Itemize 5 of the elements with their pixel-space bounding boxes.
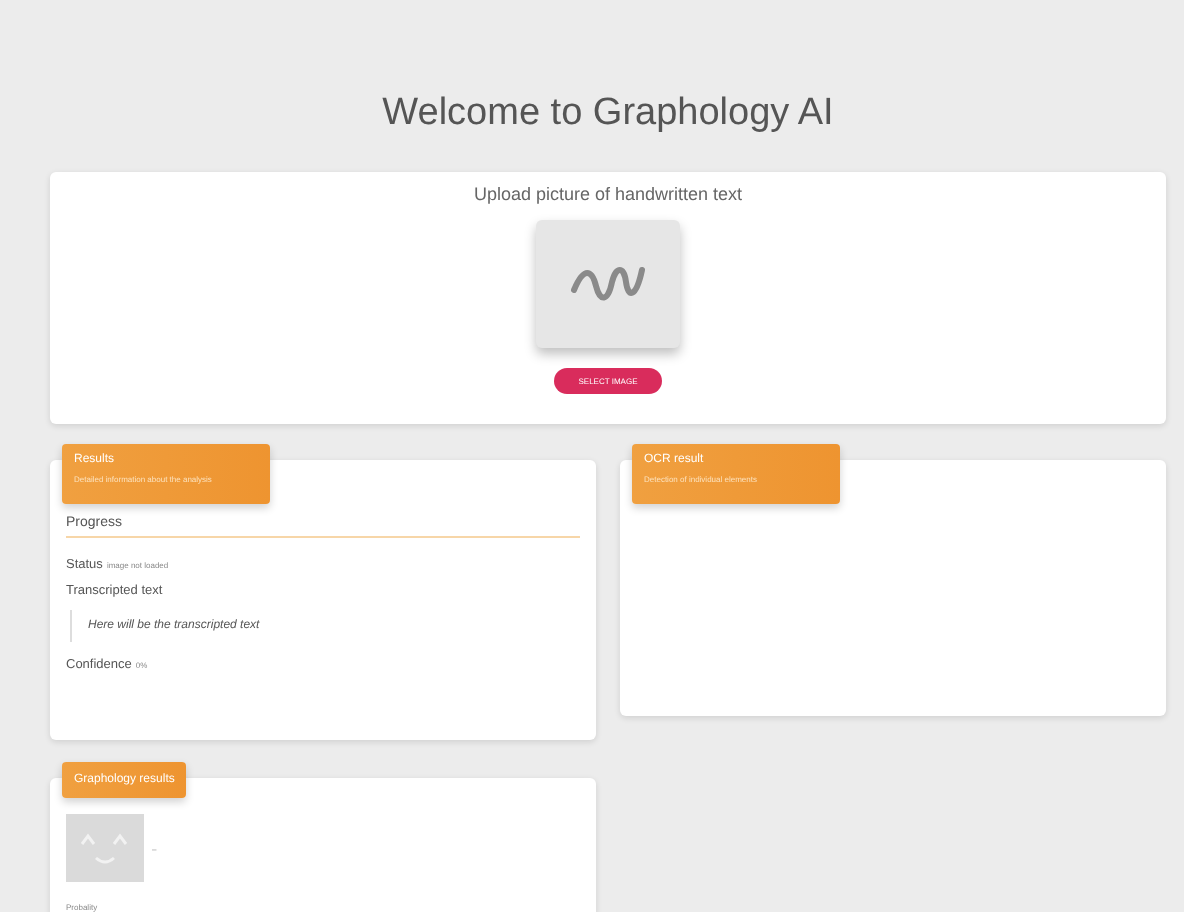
- smiley-icon: [66, 814, 144, 882]
- image-preview[interactable]: [536, 220, 680, 348]
- page-title: Welcome to Graphology AI: [380, 90, 836, 138]
- upload-label: Upload picture of handwritten text: [473, 184, 743, 204]
- squiggle-icon: [568, 262, 648, 306]
